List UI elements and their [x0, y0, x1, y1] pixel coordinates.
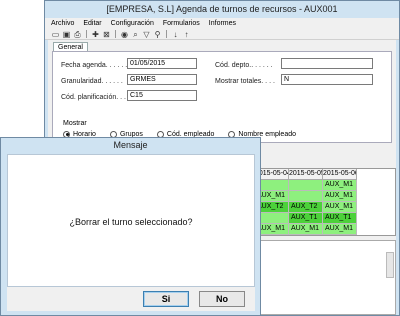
general-panel: Fecha agenda. . . . . . 01/05/2015 Granu… [52, 51, 392, 143]
sort-za-icon[interactable]: ↑ [182, 30, 191, 39]
save-icon[interactable]: ▣ [62, 30, 71, 39]
menu-archivo[interactable]: Archivo [51, 20, 74, 27]
toolbar-separator [115, 30, 116, 38]
find-icon[interactable]: ⌕ [131, 30, 140, 39]
toolbar: ▭ ▣ ⎙ ✚ ⊠ ◉ ⌕ ▽ ⚲ ↓ ↑ [45, 29, 399, 40]
fecha-field[interactable]: 01/05/2015 [127, 58, 197, 69]
view-icon[interactable]: ◉ [120, 30, 129, 39]
grid-header-cell[interactable]: 2015-05-05 [289, 169, 323, 180]
toolbar-separator [166, 30, 167, 38]
toolbar-separator [86, 30, 87, 38]
grid-cell[interactable]: AUX_M1 [323, 224, 357, 235]
menu-bar: Archivo Editar Configuración Formularios… [45, 18, 399, 29]
dialog-message: ¿Borrar el turno seleccionado? [69, 217, 193, 227]
grid-cell[interactable] [289, 180, 323, 191]
add-icon[interactable]: ✚ [91, 30, 100, 39]
filter-icon[interactable]: ▽ [142, 30, 151, 39]
sort-az-icon[interactable]: ↓ [171, 30, 180, 39]
mostrar-label: Mostrar [63, 120, 87, 127]
planificacion-label: Cód. planificación. . . [61, 94, 126, 101]
grid-cell[interactable]: AUX_T2 [289, 202, 323, 213]
yes-button[interactable]: Si [143, 291, 189, 307]
menu-formularios[interactable]: Formularios [163, 20, 200, 27]
granularidad-field[interactable]: GRMES [127, 74, 197, 85]
search-icon[interactable]: ⚲ [153, 30, 162, 39]
totales-field[interactable]: N [281, 74, 373, 85]
depto-label: Cód. depto.. . . . . . [215, 62, 273, 69]
dialog-footer: Si No [7, 287, 255, 311]
totales-label: Mostrar totales. . . . [215, 78, 275, 85]
no-button[interactable]: No [199, 291, 245, 307]
grid-header-cell[interactable]: 2015-05-06 [323, 169, 357, 180]
grid-cell[interactable]: AUX_T1 [323, 213, 357, 224]
delete-icon[interactable]: ⊠ [102, 30, 111, 39]
menu-informes[interactable]: Informes [209, 20, 236, 27]
vertical-scrollbar[interactable] [386, 252, 394, 278]
window-title: [EMPRESA, S.L] Agenda de turnos de recur… [45, 1, 399, 18]
menu-editar[interactable]: Editar [83, 20, 101, 27]
planificacion-field[interactable]: C15 [127, 90, 197, 101]
dialog-title: Mensaje [113, 140, 148, 150]
fecha-label: Fecha agenda. . . . . . [61, 62, 128, 69]
grid-cell[interactable]: AUX_M1 [323, 202, 357, 213]
message-dialog: Mensaje ¿Borrar el turno seleccionado? S… [0, 137, 261, 316]
grid-cell[interactable]: AUX_M1 [323, 180, 357, 191]
grid-cell[interactable] [289, 191, 323, 202]
file-icon[interactable]: ▭ [51, 30, 60, 39]
grid-cell[interactable]: AUX_M1 [289, 224, 323, 235]
depto-field[interactable] [281, 58, 373, 69]
grid-cell[interactable]: AUX_T1 [289, 213, 323, 224]
dialog-body: ¿Borrar el turno seleccionado? [7, 154, 255, 287]
grid-cell[interactable]: AUX_M1 [323, 191, 357, 202]
menu-configuracion[interactable]: Configuración [111, 20, 154, 27]
granularidad-label: Granularidad. . . . . . [61, 78, 123, 85]
print-icon[interactable]: ⎙ [73, 30, 82, 39]
